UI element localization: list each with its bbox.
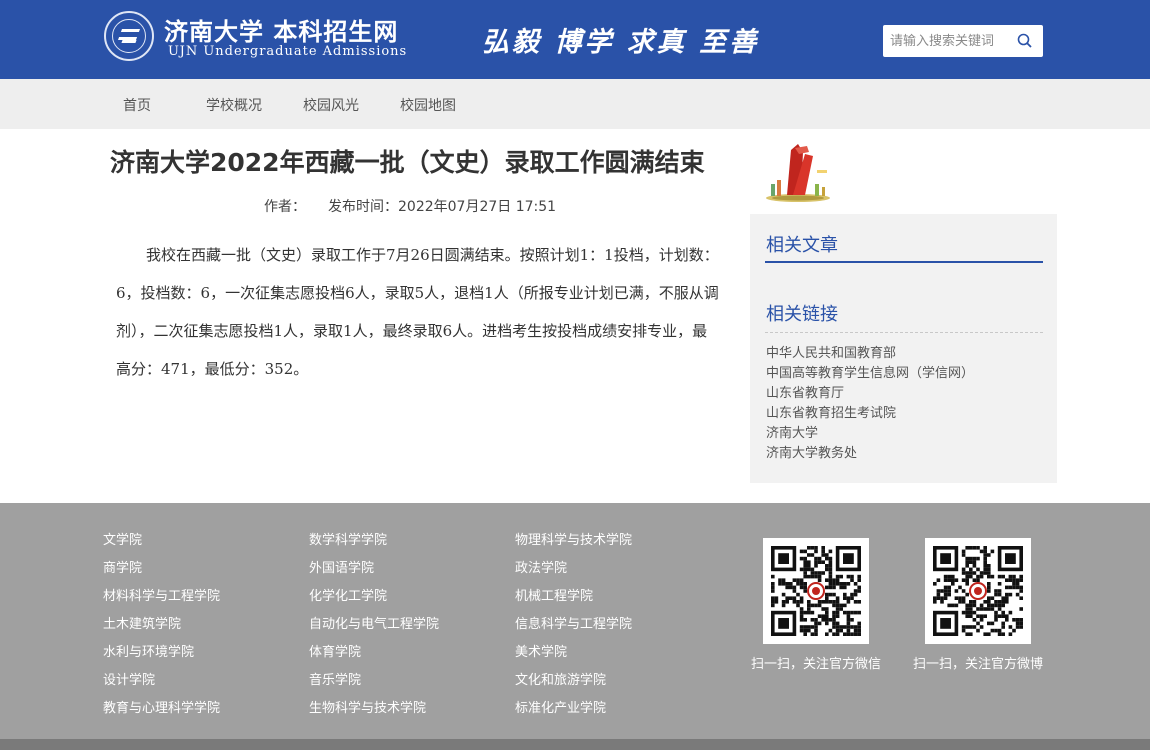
search-icon [1017, 33, 1032, 48]
publish-time: 发布时间：2022年07月27日 17:51 [328, 199, 557, 215]
college-link[interactable]: 商学院 [103, 557, 142, 576]
article-title: 济南大学2022年西藏一批（文史）录取工作圆满结束 [110, 148, 705, 177]
link-chsi[interactable]: 中国高等教育学生信息网（学信网） [766, 364, 974, 384]
nav-item-home[interactable]: 首页 [123, 95, 151, 115]
main-nav: 首页 学校概况 校园风光 校园地图 [0, 79, 1150, 129]
qr-code-icon [933, 546, 1023, 636]
college-link[interactable]: 教育与心理科学学院 [103, 697, 220, 716]
nav-item-about[interactable]: 学校概况 [206, 95, 262, 115]
wechat-qr-code [763, 538, 869, 644]
search-button[interactable] [1011, 26, 1039, 56]
link-sd-exam[interactable]: 山东省教育招生考试院 [766, 404, 974, 424]
related-links-heading: 相关链接 [766, 304, 838, 325]
seal-emblem-icon [112, 19, 146, 53]
college-link[interactable]: 文化和旅游学院 [515, 669, 606, 688]
college-link[interactable]: 机械工程学院 [515, 585, 593, 604]
link-ujn-academic[interactable]: 济南大学教务处 [766, 444, 974, 464]
university-seal-logo[interactable] [104, 11, 154, 61]
article-meta: 作者： 发布时间：2022年07月27日 17:51 [264, 196, 556, 216]
college-link[interactable]: 标准化产业学院 [515, 697, 606, 716]
college-link[interactable]: 化学化工学院 [309, 585, 387, 604]
qr-code-icon [771, 546, 861, 636]
college-link[interactable]: 数学科学学院 [309, 529, 387, 548]
college-link[interactable]: 水利与环境学院 [103, 641, 194, 660]
college-link[interactable]: 设计学院 [103, 669, 155, 688]
dashed-divider [765, 332, 1043, 333]
college-link[interactable]: 材料科学与工程学院 [103, 585, 220, 604]
sidebar: 相关文章 相关链接 中华人民共和国教育部 中国高等教育学生信息网（学信网） 山东… [750, 214, 1057, 483]
article-body: 我校在西藏一批（文史）录取工作于7月26日圆满结束。按照计划1：1投档，计划数：… [116, 246, 719, 378]
weibo-qr-code [925, 538, 1031, 644]
college-link[interactable]: 信息科学与工程学院 [515, 613, 632, 632]
college-link[interactable]: 美术学院 [515, 641, 567, 660]
search-box [883, 25, 1043, 57]
heading-underline [765, 261, 1043, 263]
site-logo-subtitle: UJN Undergraduate Admissions [168, 44, 408, 59]
college-link[interactable]: 生物科学与技术学院 [309, 697, 426, 716]
college-link[interactable]: 政法学院 [515, 557, 567, 576]
related-links-list: 中华人民共和国教育部 中国高等教育学生信息网（学信网） 山东省教育厅 山东省教育… [766, 344, 974, 464]
nav-item-map[interactable]: 校园地图 [400, 95, 456, 115]
nav-item-scenery[interactable]: 校园风光 [303, 95, 359, 115]
weibo-qr-caption: 扫一扫，关注官方微博 [912, 657, 1043, 672]
college-link[interactable]: 土木建筑学院 [103, 613, 181, 632]
university-motto: 弘毅 博学 求真 至善 [482, 27, 760, 58]
footer-bottom-bar [0, 739, 1150, 750]
college-link[interactable]: 物理科学与技术学院 [515, 529, 632, 548]
college-link[interactable]: 音乐学院 [309, 669, 361, 688]
college-link[interactable]: 体育学院 [309, 641, 361, 660]
link-ujn[interactable]: 济南大学 [766, 424, 974, 444]
site-header: 济南大学 本科招生网 UJN Undergraduate Admissions … [0, 0, 1150, 79]
site-logo-title[interactable]: 济南大学 本科招生网 [164, 12, 398, 47]
link-moe[interactable]: 中华人民共和国教育部 [766, 344, 974, 364]
author-label: 作者： [264, 199, 306, 215]
wechat-qr-caption: 扫一扫，关注官方微信 [750, 657, 881, 672]
college-link[interactable]: 外国语学院 [309, 557, 374, 576]
search-input[interactable] [883, 26, 1011, 56]
campus-sculpture-image [766, 144, 830, 202]
college-link[interactable]: 文学院 [103, 529, 142, 548]
college-link[interactable]: 自动化与电气工程学院 [309, 613, 439, 632]
site-footer: 文学院 商学院 材料科学与工程学院 土木建筑学院 水利与环境学院 设计学院 教育… [0, 503, 1150, 739]
link-sd-education[interactable]: 山东省教育厅 [766, 384, 974, 404]
related-articles-heading: 相关文章 [766, 235, 838, 256]
